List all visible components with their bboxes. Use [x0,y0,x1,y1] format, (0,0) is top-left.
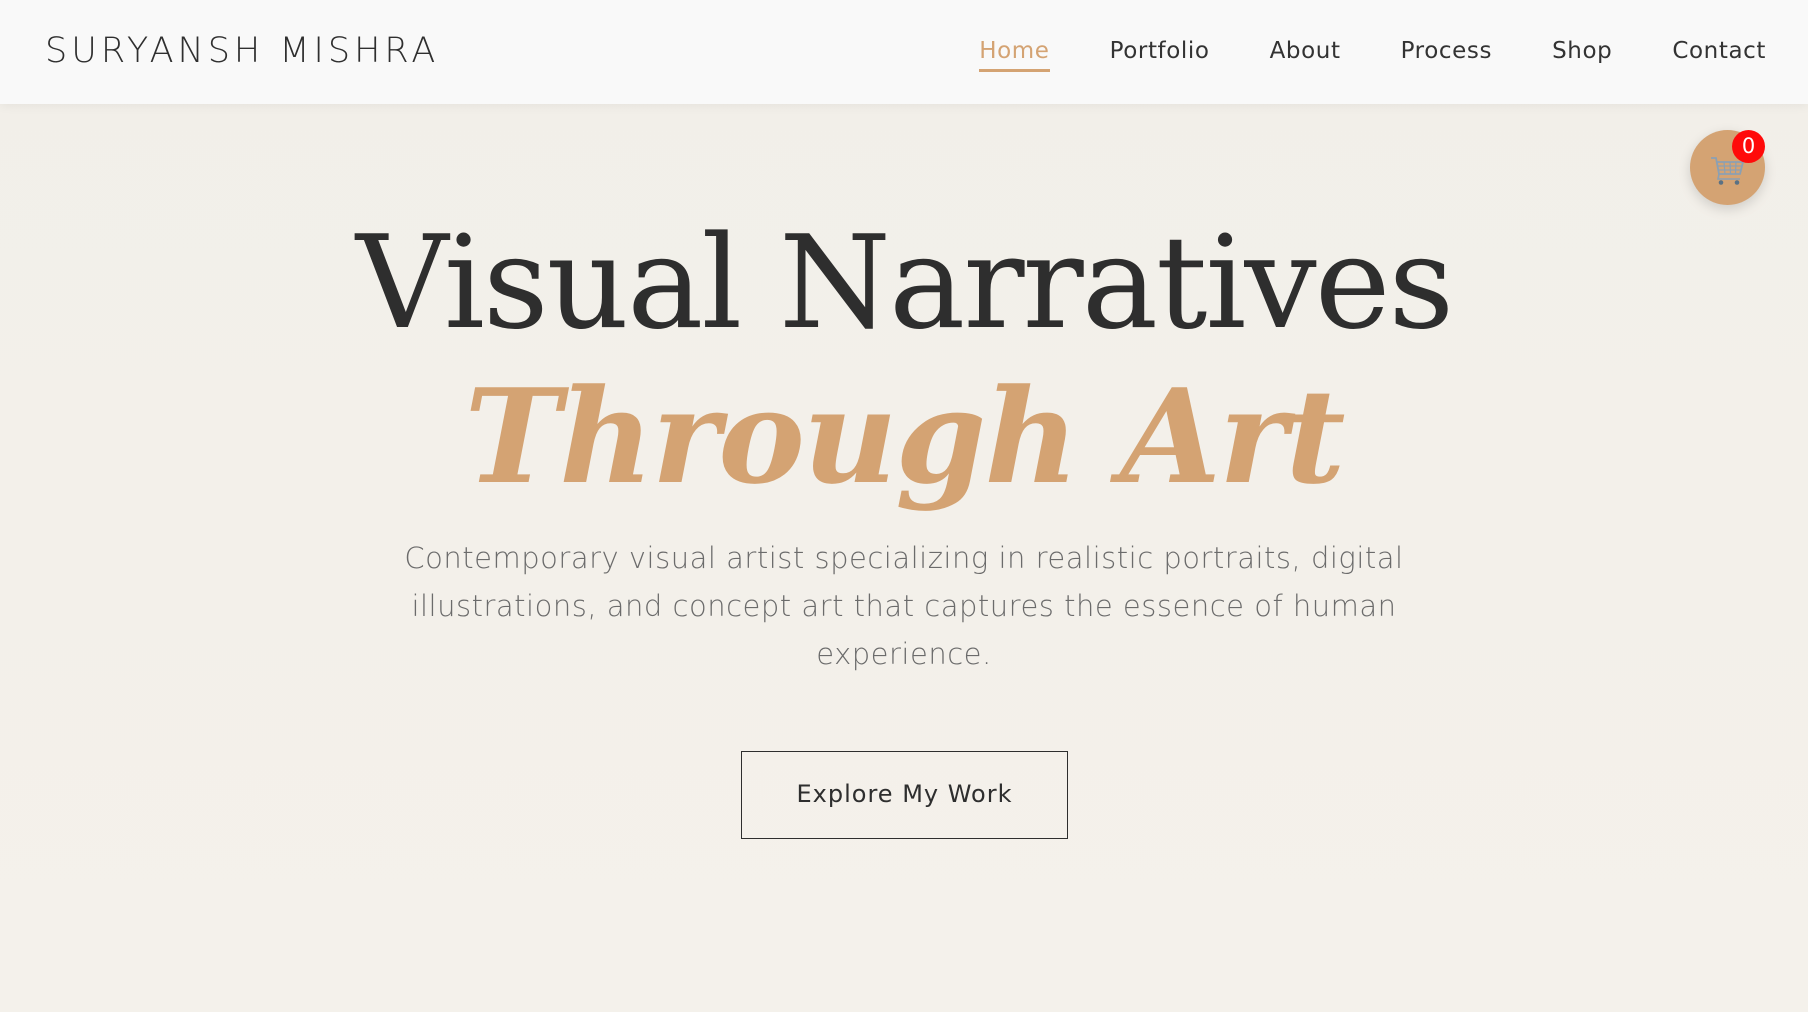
nav-item-contact[interactable]: Contact [1672,34,1766,68]
nav-item-about[interactable]: About [1270,34,1341,68]
site-logo[interactable]: SURYANSH MISHRA [45,30,439,72]
nav-item-shop[interactable]: Shop [1552,34,1612,68]
cart-button[interactable]: 0 [1690,130,1765,205]
nav-item-process[interactable]: Process [1401,34,1492,68]
hero-title: Visual Narratives [355,209,1454,358]
page: SURYANSH MISHRA Home Portfolio About Pro… [0,0,1808,1012]
site-header: SURYANSH MISHRA Home Portfolio About Pro… [0,0,1808,104]
hero-title-accent: Through Art [464,360,1345,513]
hero-description: Contemporary visual artist specializing … [404,541,1404,671]
cart-count-badge: 0 [1732,130,1765,163]
nav-item-portfolio[interactable]: Portfolio [1110,34,1210,68]
explore-work-button[interactable]: Explore My Work [741,751,1068,839]
hero-section: Visual Narratives Through Art Contempora… [0,104,1808,1012]
main-nav: Home Portfolio About Process Shop Contac… [919,34,1766,72]
nav-item-home[interactable]: Home [979,34,1050,72]
